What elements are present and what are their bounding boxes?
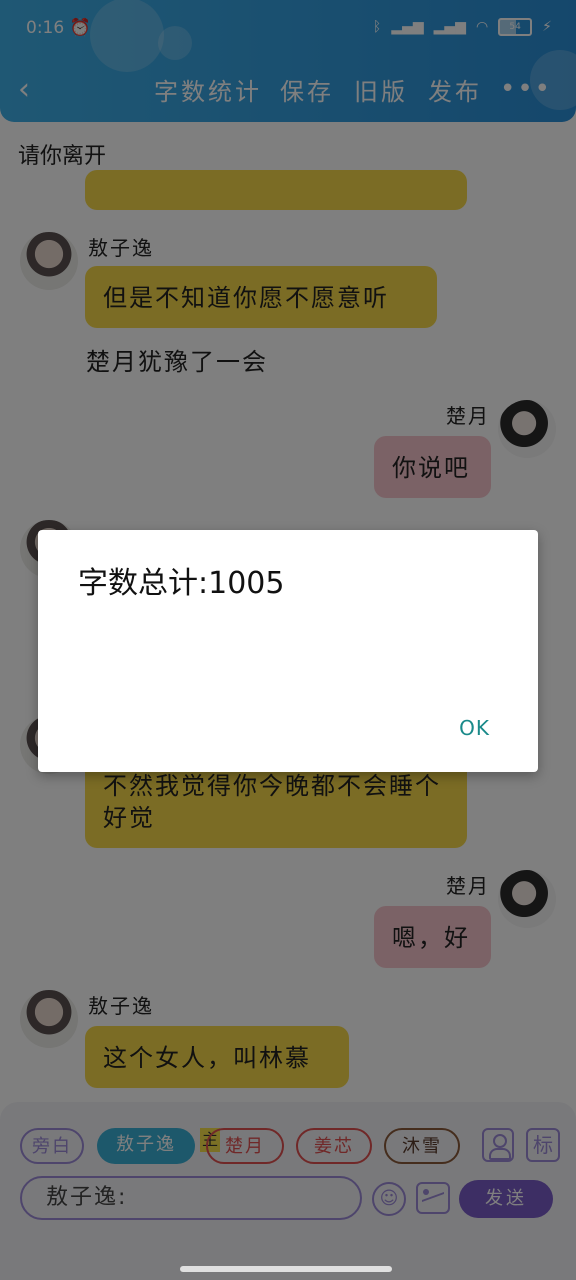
word-count-total: 字数总计:1005 [78, 566, 285, 601]
home-indicator[interactable] [180, 1266, 392, 1272]
ok-button[interactable]: OK [459, 716, 490, 740]
word-count-dialog: 字数总计:1005 OK [38, 530, 538, 772]
